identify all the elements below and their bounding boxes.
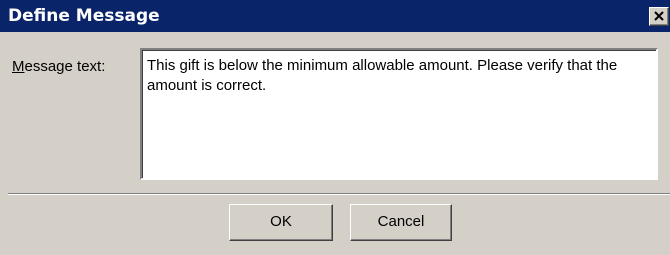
cancel-button[interactable]: Cancel — [350, 204, 452, 241]
button-separator — [8, 193, 670, 195]
message-text-label: Message text: — [12, 58, 105, 76]
dialog-title: Define Message — [8, 6, 160, 26]
close-icon — [654, 11, 664, 21]
close-button[interactable] — [649, 7, 669, 26]
title-bar[interactable]: Define Message — [0, 0, 670, 32]
define-message-dialog: Define Message Message text: This gift i… — [0, 0, 670, 255]
message-text-area[interactable]: This gift is below the minimum allowable… — [140, 48, 658, 180]
ok-button[interactable]: OK — [229, 204, 333, 241]
message-label-accelerator: M — [12, 58, 25, 75]
message-label-text: essage text: — [24, 58, 106, 75]
